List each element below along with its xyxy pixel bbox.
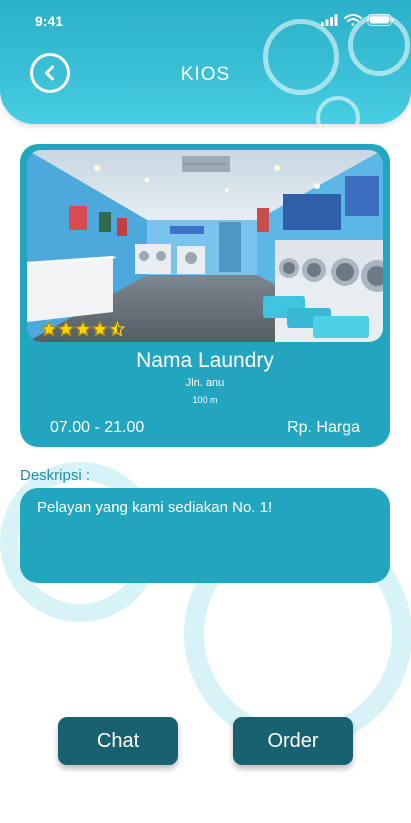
star-icon xyxy=(58,321,74,337)
chat-button[interactable]: Chat xyxy=(58,717,178,765)
signal-icon xyxy=(321,14,338,26)
description-box: Pelayan yang kami sediakan No. 1! xyxy=(20,488,390,583)
order-button[interactable]: Order xyxy=(233,717,353,765)
battery-icon xyxy=(367,13,394,27)
laundry-distance: 100 m xyxy=(192,395,218,405)
laundry-name: Nama Laundry xyxy=(136,349,274,372)
wifi-icon xyxy=(344,14,362,26)
price-label: Rp. Harga xyxy=(287,419,360,436)
laundry-photo xyxy=(27,150,383,342)
page-title: KIOS xyxy=(180,64,231,85)
status-time: 9:41 xyxy=(35,13,64,29)
laundromat-image xyxy=(27,150,383,342)
opening-hours: 07.00 - 21.00 xyxy=(50,419,145,436)
star-icon xyxy=(92,321,108,337)
status-icons xyxy=(321,13,394,27)
laundry-card[interactable]: Nama Laundry Jln. anu 100 m 07.00 - 21.0… xyxy=(20,144,390,447)
star-icon xyxy=(41,321,57,337)
laundry-address: Jln. anu xyxy=(185,377,225,389)
rating-stars xyxy=(41,321,125,337)
header: 9:41 KIOS xyxy=(0,0,411,124)
star-icon xyxy=(109,321,125,337)
star-icon xyxy=(75,321,91,337)
description-label: Deskripsi : xyxy=(20,467,91,484)
description-text: Pelayan yang kami sediakan No. 1! xyxy=(37,499,273,516)
header-decorative-ring xyxy=(316,96,360,124)
